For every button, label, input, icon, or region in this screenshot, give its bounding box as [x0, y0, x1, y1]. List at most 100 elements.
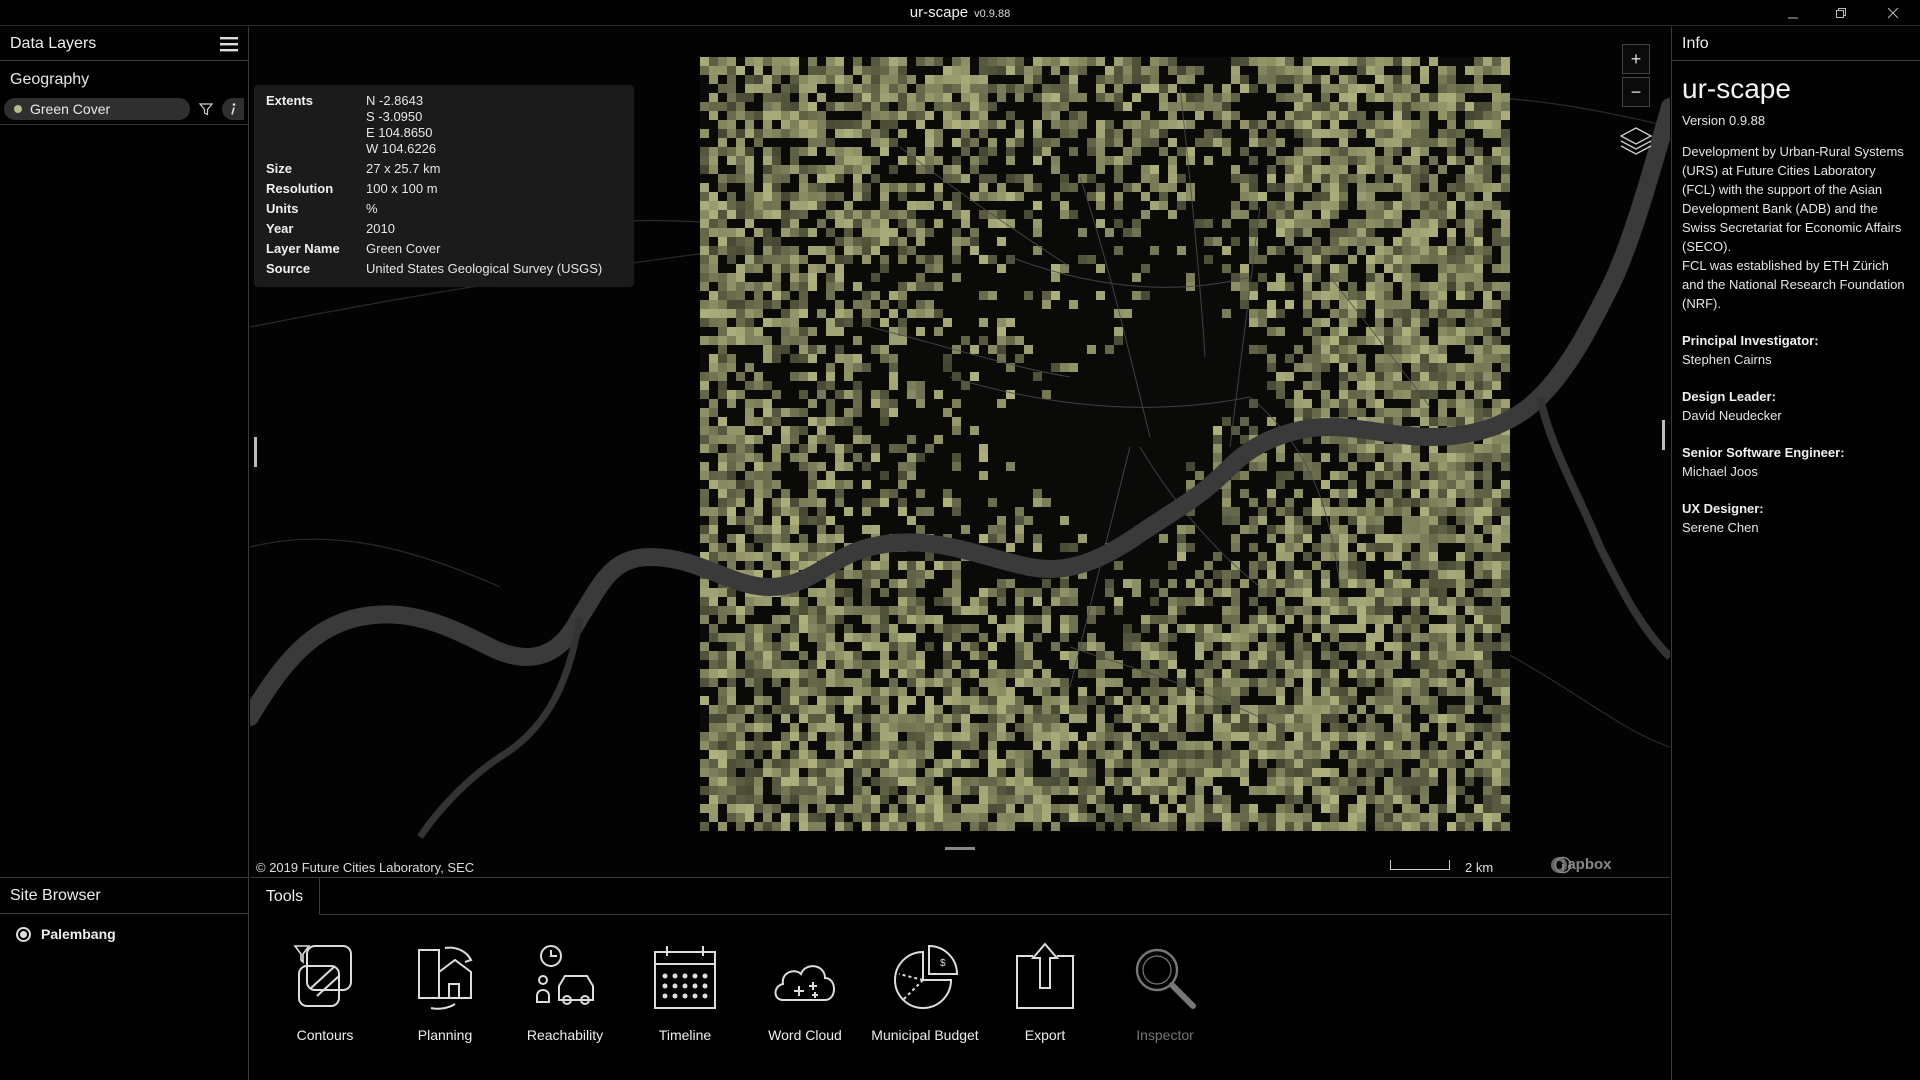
attribution-info-icon[interactable] — [1554, 856, 1572, 874]
green-cover-cell — [898, 741, 907, 750]
green-cover-cell — [1429, 633, 1438, 642]
green-cover-cell — [835, 147, 844, 156]
green-cover-cell — [790, 516, 799, 525]
green-cover-cell — [1429, 138, 1438, 147]
green-cover-cell — [997, 633, 1006, 642]
tool-inspector[interactable]: Inspector — [1110, 942, 1220, 1044]
green-cover-cell — [997, 192, 1006, 201]
green-cover-cell — [1087, 345, 1096, 354]
mapbox-attribution[interactable]: mapbox — [1550, 856, 1612, 874]
green-cover-cell — [790, 615, 799, 624]
green-cover-cell — [979, 597, 988, 606]
green-cover-cell — [1348, 579, 1357, 588]
green-cover-cell — [835, 165, 844, 174]
zoom-out-button[interactable]: − — [1622, 77, 1650, 107]
green-cover-cell — [1213, 804, 1222, 813]
green-cover-cell — [997, 579, 1006, 588]
green-cover-cell — [1069, 66, 1078, 75]
green-cover-cell — [817, 633, 826, 642]
green-cover-cell — [1330, 147, 1339, 156]
green-cover-cell — [817, 804, 826, 813]
menu-icon[interactable] — [220, 36, 238, 52]
green-cover-cell — [1483, 705, 1492, 714]
green-cover-cell — [799, 309, 808, 318]
green-cover-cell — [1186, 723, 1195, 732]
green-cover-cell — [1267, 651, 1276, 660]
tool-reachability[interactable]: Reachability — [510, 942, 620, 1044]
green-cover-cell — [1060, 183, 1069, 192]
green-cover-cell — [1051, 678, 1060, 687]
green-cover-cell — [1483, 489, 1492, 498]
green-cover-cell — [853, 282, 862, 291]
green-cover-cell — [952, 687, 961, 696]
site-radio-icon[interactable] — [16, 926, 31, 942]
green-cover-cell — [763, 408, 772, 417]
green-cover-cell — [1240, 732, 1249, 741]
green-cover-cell — [1411, 273, 1420, 282]
green-cover-cell — [961, 705, 970, 714]
tab-tools[interactable]: Tools — [250, 878, 320, 915]
green-cover-cell — [880, 228, 889, 237]
layer-group-geography[interactable]: Geography — [0, 61, 248, 95]
tool-export[interactable]: Export — [990, 942, 1100, 1044]
filter-icon[interactable] — [199, 102, 213, 116]
green-cover-cell — [1402, 543, 1411, 552]
green-cover-cell — [1483, 300, 1492, 309]
green-cover-cell — [1321, 129, 1330, 138]
green-cover-cell — [1303, 354, 1312, 363]
close-button[interactable] — [1870, 0, 1916, 26]
green-cover-cell — [925, 201, 934, 210]
green-cover-cell — [1456, 723, 1465, 732]
green-cover-cell — [1276, 678, 1285, 687]
green-cover-cell — [1384, 462, 1393, 471]
right-panel-resize-handle[interactable] — [1662, 420, 1665, 450]
map-layers-button[interactable] — [1619, 125, 1653, 155]
green-cover-cell — [745, 408, 754, 417]
green-cover-cell — [961, 786, 970, 795]
green-cover-cell — [889, 372, 898, 381]
green-cover-cell — [1411, 201, 1420, 210]
zoom-in-button[interactable]: + — [1622, 44, 1650, 74]
green-cover-cell — [916, 759, 925, 768]
site-item-palembang[interactable]: Palembang — [0, 914, 248, 942]
green-cover-cell — [880, 750, 889, 759]
green-cover-cell — [1105, 228, 1114, 237]
restore-button[interactable] — [1818, 0, 1864, 26]
green-cover-cell — [1051, 165, 1060, 174]
minimize-button[interactable] — [1770, 0, 1816, 26]
green-cover-cell — [700, 471, 709, 480]
tool-contours[interactable]: Contours — [270, 942, 380, 1044]
green-cover-cell — [709, 201, 718, 210]
layer-toggle-green-cover[interactable]: Green Cover — [4, 98, 190, 120]
green-cover-cell — [1105, 723, 1114, 732]
green-cover-cell — [1240, 57, 1249, 66]
green-cover-cell — [988, 723, 997, 732]
bottom-panel-resize-handle[interactable] — [945, 847, 975, 850]
green-cover-cell — [1168, 597, 1177, 606]
green-cover-cell — [772, 165, 781, 174]
left-panel-resize-handle[interactable] — [254, 437, 257, 467]
layer-info-button[interactable] — [222, 98, 244, 120]
green-cover-cell — [709, 786, 718, 795]
green-cover-cell — [790, 156, 799, 165]
green-cover-cell — [1033, 714, 1042, 723]
green-cover-cell — [1384, 705, 1393, 714]
green-cover-cell — [1303, 282, 1312, 291]
green-cover-cell — [1474, 318, 1483, 327]
green-cover-cell — [1321, 345, 1330, 354]
green-cover-cell — [997, 759, 1006, 768]
green-cover-cell — [1276, 732, 1285, 741]
green-cover-cell — [709, 525, 718, 534]
green-cover-cell — [970, 786, 979, 795]
green-cover-cell — [1483, 606, 1492, 615]
tool-word-cloud[interactable]: Word Cloud — [750, 942, 860, 1044]
green-cover-cell — [1069, 804, 1078, 813]
green-cover-cell — [853, 723, 862, 732]
green-cover-cell — [1465, 381, 1474, 390]
green-cover-cell — [1051, 750, 1060, 759]
green-cover-cell — [979, 723, 988, 732]
tool-timeline[interactable]: Timeline — [630, 942, 740, 1044]
green-cover-cell — [1285, 678, 1294, 687]
tool-municipal-budget[interactable]: $ Municipal Budget — [870, 942, 980, 1044]
tool-planning[interactable]: Planning — [390, 942, 500, 1044]
